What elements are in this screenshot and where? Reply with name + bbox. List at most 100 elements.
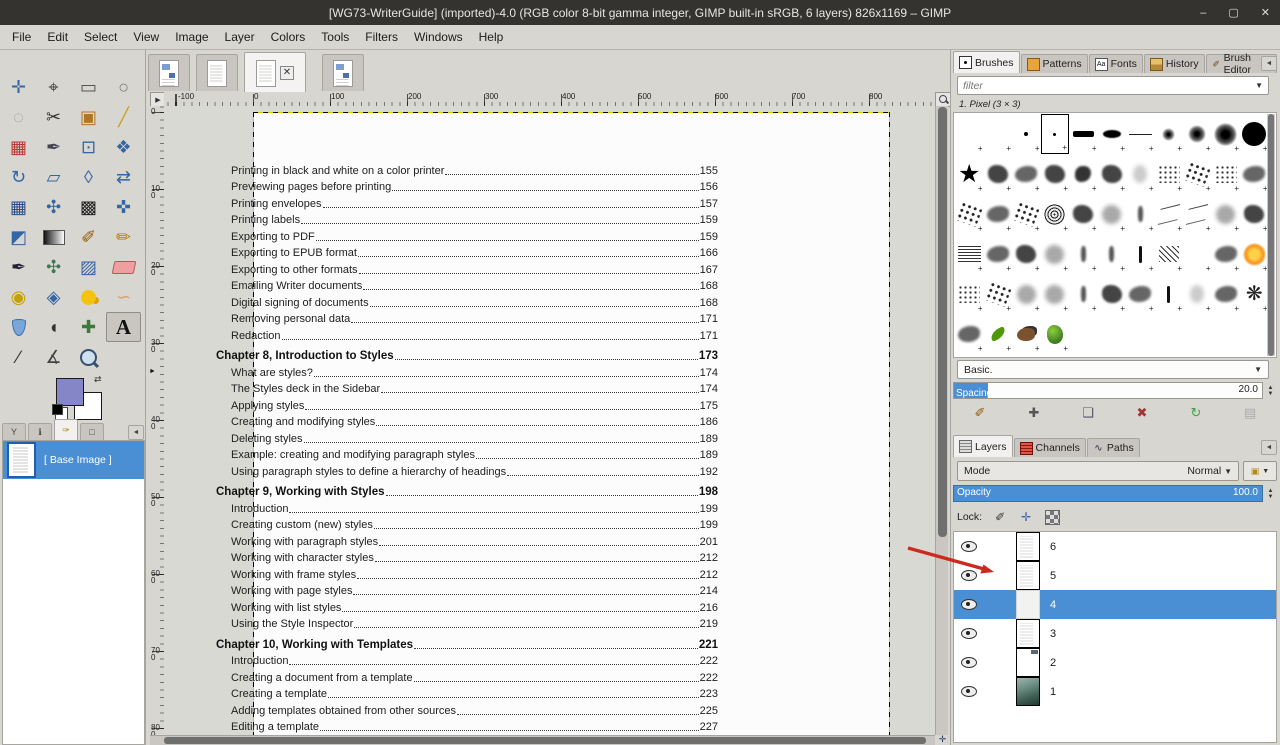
dock-tab[interactable]: Aa Fonts <box>1089 54 1143 73</box>
brush-thumbnail[interactable] <box>984 154 1013 194</box>
lock-alpha-icon[interactable] <box>1044 510 1060 525</box>
brush-action-button[interactable]: ❏ <box>1076 403 1100 423</box>
brush-thumbnail[interactable] <box>1098 154 1127 194</box>
brush-thumbnail[interactable] <box>1212 154 1241 194</box>
tool-button[interactable]: ✏ <box>106 222 141 252</box>
dock-tab-patterns[interactable]: □ <box>80 423 104 440</box>
layer-row[interactable]: 6 <box>954 532 1276 561</box>
tool-button[interactable]: ◈ <box>36 282 71 312</box>
brush-thumbnail[interactable] <box>1155 234 1184 274</box>
brush-thumbnail[interactable] <box>984 314 1013 354</box>
brush-group-select[interactable]: Basic. ▼ <box>957 360 1269 379</box>
brush-thumbnail[interactable] <box>1240 194 1269 234</box>
image-tab[interactable]: ✕ <box>244 52 306 93</box>
dock-collapse-button[interactable]: ◄ <box>1261 440 1277 455</box>
tool-button[interactable]: ✚ <box>71 312 106 342</box>
tool-button[interactable]: ✜ <box>106 192 141 222</box>
vertical-ruler[interactable]: 0100200300400500600700800 <box>150 106 165 735</box>
layer-visibility-toggle[interactable] <box>954 628 984 639</box>
canvas-viewport[interactable]: Printing in black and white on a color p… <box>164 106 935 735</box>
tool-button[interactable]: ↻ <box>1 162 36 192</box>
brush-thumbnail[interactable] <box>1041 314 1070 354</box>
brush-thumbnail[interactable] <box>1098 114 1127 154</box>
brush-thumbnail[interactable] <box>955 234 984 274</box>
tool-button[interactable]: ◊ <box>71 162 106 192</box>
layer-mode-select[interactable]: Mode Normal ▼ <box>957 461 1239 481</box>
brush-thumbnail[interactable] <box>1041 114 1070 154</box>
layer-row[interactable]: 4 <box>954 590 1276 619</box>
tool-button[interactable]: ▨ <box>71 252 106 282</box>
tool-button[interactable]: ⌖ <box>36 72 71 102</box>
brush-thumbnail[interactable] <box>955 194 984 234</box>
brush-thumbnail[interactable] <box>1155 114 1184 154</box>
dock-tab-tool-options[interactable]: Υ <box>2 423 26 440</box>
image-list-item[interactable]: [ Base Image ] <box>3 441 144 479</box>
menu-item[interactable]: Colors <box>263 27 314 47</box>
foreground-color-swatch[interactable] <box>56 378 84 406</box>
maximize-button[interactable]: ▢ <box>1228 6 1238 19</box>
swap-colors-icon[interactable]: ⇄ <box>94 374 102 385</box>
brush-thumbnail[interactable] <box>1155 274 1184 314</box>
tool-button[interactable] <box>71 282 106 312</box>
brush-thumbnail[interactable] <box>1069 114 1098 154</box>
brush-thumbnail[interactable] <box>1069 234 1098 274</box>
tool-button[interactable]: A <box>106 312 141 342</box>
layer-row[interactable]: 3 <box>954 619 1276 648</box>
navigation-cross-icon[interactable]: ✛ <box>936 734 949 745</box>
vertical-scrollbar-thumb[interactable] <box>938 107 947 537</box>
layer-row[interactable]: 2 <box>954 648 1276 677</box>
brush-thumbnail[interactable] <box>1098 194 1127 234</box>
brush-thumbnail[interactable] <box>1012 314 1041 354</box>
brush-thumbnail[interactable] <box>1126 234 1155 274</box>
brush-thumbnail[interactable] <box>1183 234 1212 274</box>
horizontal-ruler[interactable]: -1000100200300400500600700800 <box>164 92 935 107</box>
brush-thumbnail[interactable] <box>1155 194 1184 234</box>
tool-button[interactable] <box>36 222 71 252</box>
brush-thumbnail[interactable] <box>984 194 1013 234</box>
brush-action-button[interactable]: ✚ <box>1022 403 1046 423</box>
brush-thumbnail[interactable] <box>1012 114 1041 154</box>
lock-pixels-icon[interactable]: ✐ <box>992 510 1008 525</box>
tool-button[interactable]: ❖ <box>106 132 141 162</box>
brush-action-button[interactable]: ✐ <box>968 403 992 423</box>
brush-thumbnail[interactable] <box>1240 274 1269 314</box>
layer-visibility-toggle[interactable] <box>954 657 984 668</box>
tool-button[interactable]: ✛ <box>1 72 36 102</box>
dock-tab[interactable]: Layers <box>953 435 1013 457</box>
brush-thumbnail[interactable] <box>1041 274 1070 314</box>
menu-item[interactable]: File <box>4 27 39 47</box>
brush-thumbnail[interactable] <box>1155 154 1184 194</box>
brush-thumbnail[interactable] <box>1212 274 1241 314</box>
menu-item[interactable]: Layer <box>217 27 263 47</box>
dock-tab-brushes[interactable]: ✑ <box>54 419 78 440</box>
close-tab-icon[interactable]: ✕ <box>280 66 294 80</box>
dock-tab[interactable]: Channels <box>1014 438 1086 457</box>
brush-thumbnail[interactable] <box>1212 194 1241 234</box>
vertical-scrollbar[interactable] <box>935 106 948 735</box>
close-button[interactable]: ✕ <box>1261 6 1270 19</box>
tool-button[interactable]: ▩ <box>71 192 106 222</box>
image-tab[interactable] <box>148 54 190 91</box>
tool-button[interactable] <box>1 312 36 342</box>
opacity-slider[interactable]: Opacity 100.0 <box>953 485 1263 502</box>
brush-action-button[interactable]: ▤ <box>1238 403 1262 423</box>
image-tab[interactable] <box>322 54 364 91</box>
tool-button[interactable]: ○ <box>106 72 141 102</box>
tool-button[interactable]: ▦ <box>1 132 36 162</box>
tool-button[interactable]: ✒ <box>36 132 71 162</box>
tool-button[interactable]: ▱ <box>36 162 71 192</box>
dock-collapse-button[interactable]: ◄ <box>1261 56 1277 71</box>
horizontal-scrollbar[interactable] <box>150 735 935 745</box>
tool-button[interactable] <box>106 252 141 282</box>
tool-button[interactable]: ✣ <box>36 192 71 222</box>
tool-button[interactable]: ▦ <box>1 192 36 222</box>
brush-thumbnail[interactable] <box>1041 234 1070 274</box>
layer-row[interactable]: 1 <box>954 677 1276 706</box>
brush-action-button[interactable]: ↻ <box>1184 403 1208 423</box>
brush-thumbnail[interactable] <box>1212 234 1241 274</box>
menu-item[interactable]: Filters <box>357 27 406 47</box>
dock-collapse-button[interactable]: ◄ <box>128 425 144 440</box>
brush-thumbnail[interactable] <box>1183 274 1212 314</box>
brush-thumbnail[interactable] <box>1183 114 1212 154</box>
brush-thumbnail[interactable] <box>1069 154 1098 194</box>
